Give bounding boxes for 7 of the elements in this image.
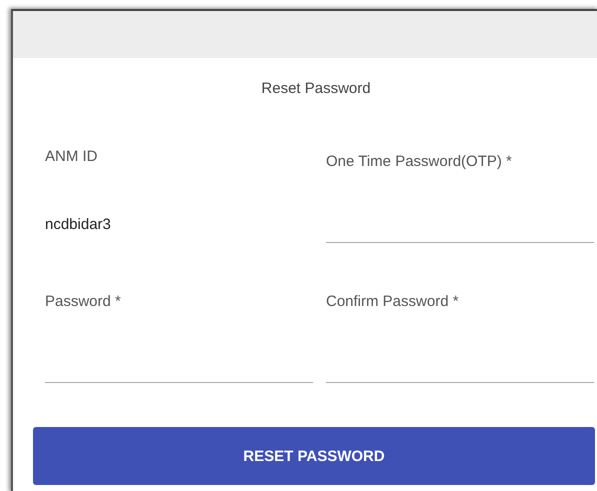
dialog-title: Reset Password — [261, 80, 371, 97]
field-value: ncdbidar3 — [45, 216, 112, 233]
field-label: Password * — [45, 293, 122, 311]
field-label: ANM ID — [45, 148, 98, 166]
reset-password-button[interactable]: RESET PASSWORD — [33, 427, 595, 485]
field-label: Confirm Password * — [326, 293, 460, 311]
field-label: One Time Password(OTP) * — [326, 153, 513, 171]
